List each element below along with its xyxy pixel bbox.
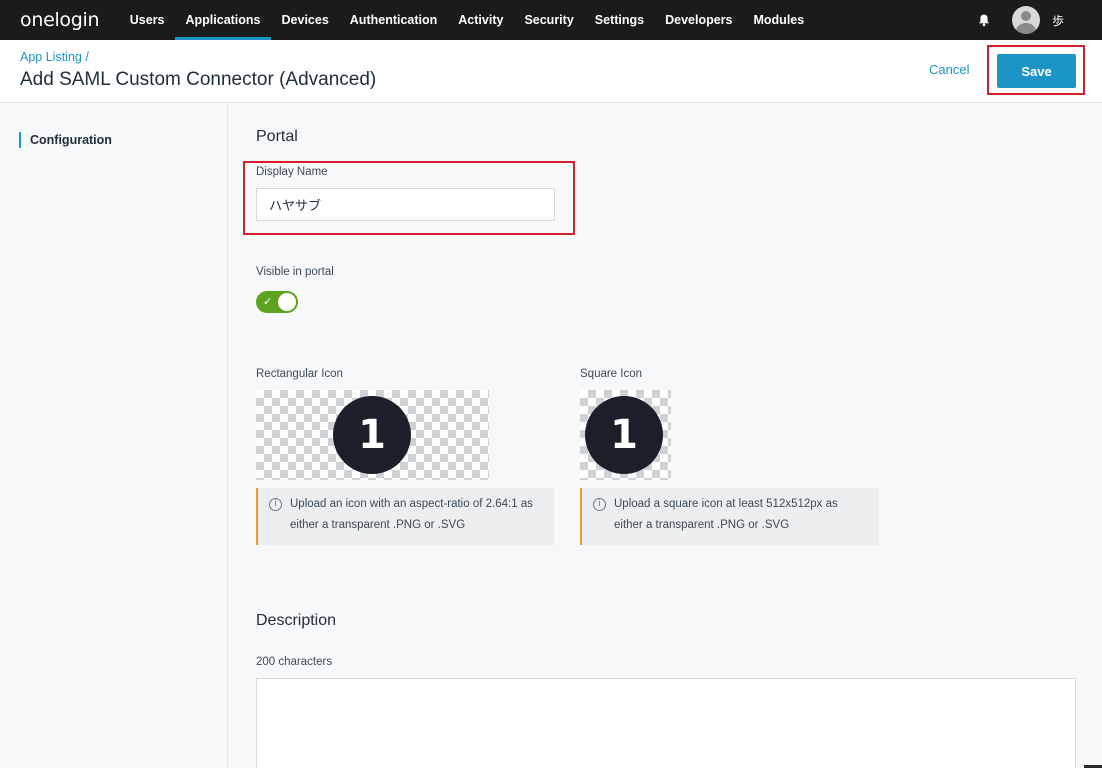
breadcrumb-app-listing[interactable]: App Listing /	[20, 50, 89, 64]
user-avatar-icon[interactable]	[1011, 6, 1040, 34]
onelogin-app-icon: 1	[585, 396, 663, 474]
nav-user-area: 歩	[977, 0, 1102, 40]
square-icon-preview[interactable]: 1	[580, 390, 671, 480]
user-name[interactable]: 歩	[1052, 12, 1064, 29]
toggle-knob	[278, 293, 296, 311]
onelogin-logo[interactable]: onelogin	[0, 0, 119, 40]
info-icon: i	[593, 498, 606, 511]
nav-activity[interactable]: Activity	[448, 0, 514, 40]
page-title: Add SAML Custom Connector (Advanced)	[20, 69, 377, 90]
square-icon-info-text: Upload a square icon at least 512x512px …	[614, 498, 838, 531]
display-name-input[interactable]: ハヤサブ	[256, 188, 555, 221]
main-menu: Users Applications Devices Authenticatio…	[119, 0, 814, 40]
nav-authentication[interactable]: Authentication	[339, 0, 448, 40]
description-section-title: Description	[256, 612, 337, 629]
nav-applications[interactable]: Applications	[175, 0, 272, 40]
nav-security[interactable]: Security	[514, 0, 584, 40]
visible-in-portal-label: Visible in portal	[256, 266, 334, 278]
rectangular-icon-info-text: Upload an icon with an aspect-ratio of 2…	[290, 498, 533, 531]
rectangular-icon-preview[interactable]: 1	[256, 390, 489, 480]
square-icon-label: Square Icon	[580, 368, 643, 380]
page-header: App Listing / Add SAML Custom Connector …	[0, 40, 1102, 103]
cancel-button[interactable]: Cancel	[929, 62, 969, 77]
visible-in-portal-toggle[interactable]: ✓	[256, 291, 298, 313]
rectangular-icon-info: i Upload an icon with an aspect-ratio of…	[256, 488, 554, 545]
square-icon-info: i Upload a square icon at least 512x512p…	[580, 488, 879, 545]
nav-users[interactable]: Users	[119, 0, 175, 40]
sidebar-item-configuration[interactable]: Configuration	[19, 132, 112, 148]
sidebar: Configuration	[0, 104, 228, 768]
rectangular-icon-label: Rectangular Icon	[256, 368, 343, 380]
nav-developers[interactable]: Developers	[655, 0, 743, 40]
nav-settings[interactable]: Settings	[584, 0, 654, 40]
nav-modules[interactable]: Modules	[743, 0, 815, 40]
onelogin-app-icon: 1	[333, 396, 411, 474]
description-textarea[interactable]	[256, 678, 1076, 768]
main-content: Portal Display Name ハヤサブ Visible in port…	[229, 104, 1102, 768]
description-char-limit: 200 characters	[256, 656, 333, 668]
save-button[interactable]: Save	[997, 54, 1076, 88]
top-navigation-bar: onelogin Users Applications Devices Auth…	[0, 0, 1102, 40]
bell-icon[interactable]	[977, 13, 991, 27]
info-icon: i	[269, 498, 282, 511]
check-icon: ✓	[263, 295, 273, 308]
display-name-label: Display Name	[256, 166, 328, 178]
portal-section-title: Portal	[256, 128, 298, 145]
nav-devices[interactable]: Devices	[271, 0, 339, 40]
